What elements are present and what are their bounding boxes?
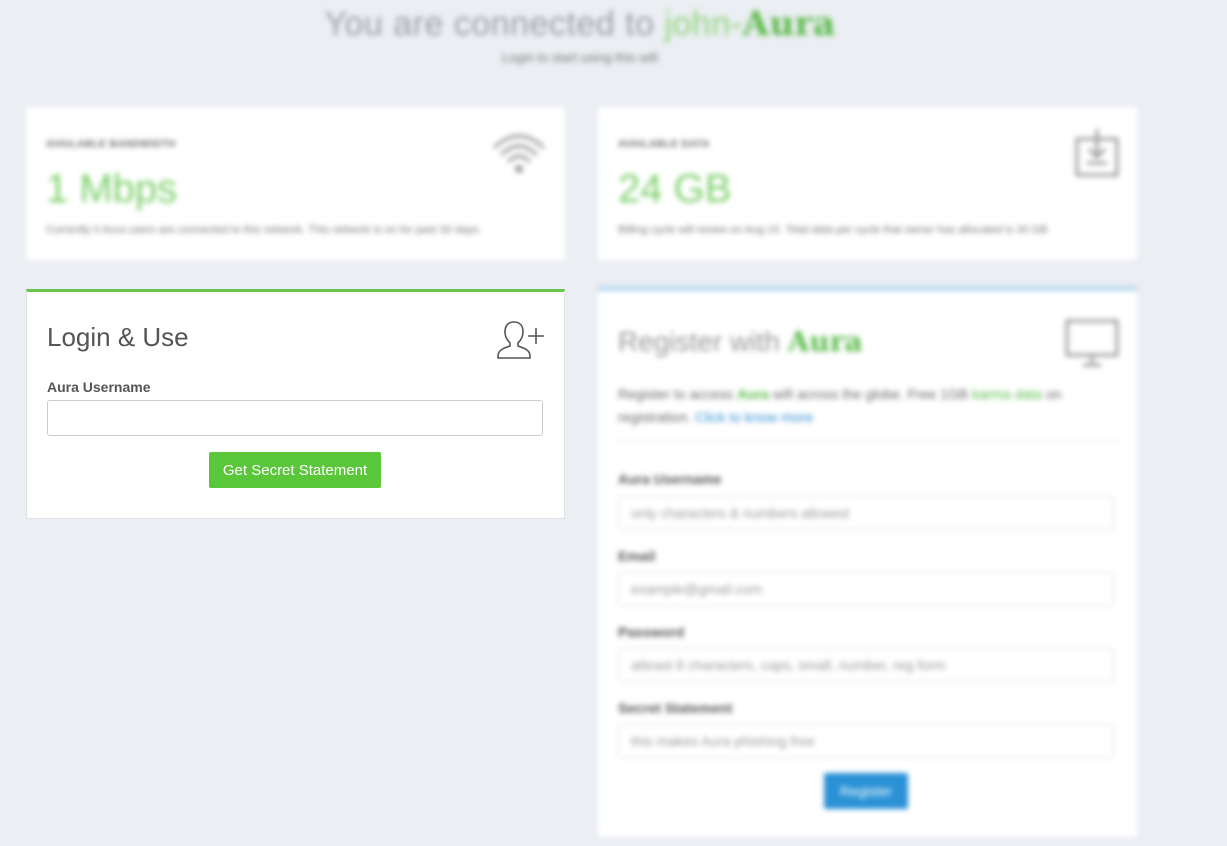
register-username-input[interactable] xyxy=(618,496,1114,530)
data-value: 24 GB xyxy=(618,167,732,211)
wifi-icon xyxy=(491,129,547,182)
network-name-prefix: john- xyxy=(664,5,743,43)
register-button[interactable]: Register xyxy=(824,773,908,809)
register-title-prefix: Register with xyxy=(618,326,788,357)
title-prefix: You are connected to xyxy=(324,5,665,43)
login-username-input[interactable] xyxy=(47,400,543,436)
bandwidth-description: Currently 0 Aura users are connected to … xyxy=(46,224,482,236)
register-intro-karma: karma data xyxy=(972,386,1043,402)
register-title-brand: Aura xyxy=(787,325,863,358)
register-email-input[interactable] xyxy=(618,572,1114,606)
login-card: Login & Use Aura Username Get Secret Sta… xyxy=(26,289,565,519)
monitor-icon xyxy=(1065,319,1119,374)
download-box-icon xyxy=(1075,129,1119,184)
bandwidth-value: 1 Mbps xyxy=(46,167,178,211)
data-card: AVAILABLE DATA 24 GB Billing cycle will … xyxy=(598,107,1137,260)
register-intro-text-2: wifi across the globe. Free 1GB xyxy=(768,386,973,402)
register-card: Register with Aura Register to access Au… xyxy=(598,286,1137,837)
login-username-label: Aura Username xyxy=(47,379,151,395)
register-title: Register with Aura xyxy=(618,325,863,358)
add-user-icon xyxy=(496,318,546,365)
get-secret-statement-button[interactable]: Get Secret Statement xyxy=(209,452,381,488)
register-username-label: Aura Username xyxy=(618,471,722,487)
register-password-label: Password xyxy=(618,624,685,640)
data-label: AVAILABLE DATA xyxy=(618,139,710,150)
register-email-label: Email xyxy=(618,548,656,564)
register-intro-text-1: Register to access xyxy=(618,386,738,402)
page-header: You are connected to john-Aura Login to … xyxy=(0,0,1160,65)
network-name-brand: Aura xyxy=(742,4,836,44)
register-secret-input[interactable] xyxy=(618,724,1114,758)
know-more-link[interactable]: Click to know more xyxy=(695,409,813,425)
bandwidth-card: AVAILABLE BANDWIDTH 1 Mbps Currently 0 A… xyxy=(26,107,565,260)
page-subtitle: Login to start using this wifi xyxy=(501,50,659,65)
register-intro-brand: Aura xyxy=(737,386,769,402)
bandwidth-label: AVAILABLE BANDWIDTH xyxy=(46,139,176,150)
page-title: You are connected to john-Aura xyxy=(0,4,1160,44)
login-title: Login & Use xyxy=(47,322,189,352)
register-secret-label: Secret Statement xyxy=(618,700,733,716)
register-intro: Register to access Aura wifi across the … xyxy=(618,383,1088,429)
data-description: Billing cycle will renew on Aug 15. Tota… xyxy=(618,224,1048,236)
register-password-input[interactable] xyxy=(618,648,1114,682)
register-divider xyxy=(618,441,1118,442)
